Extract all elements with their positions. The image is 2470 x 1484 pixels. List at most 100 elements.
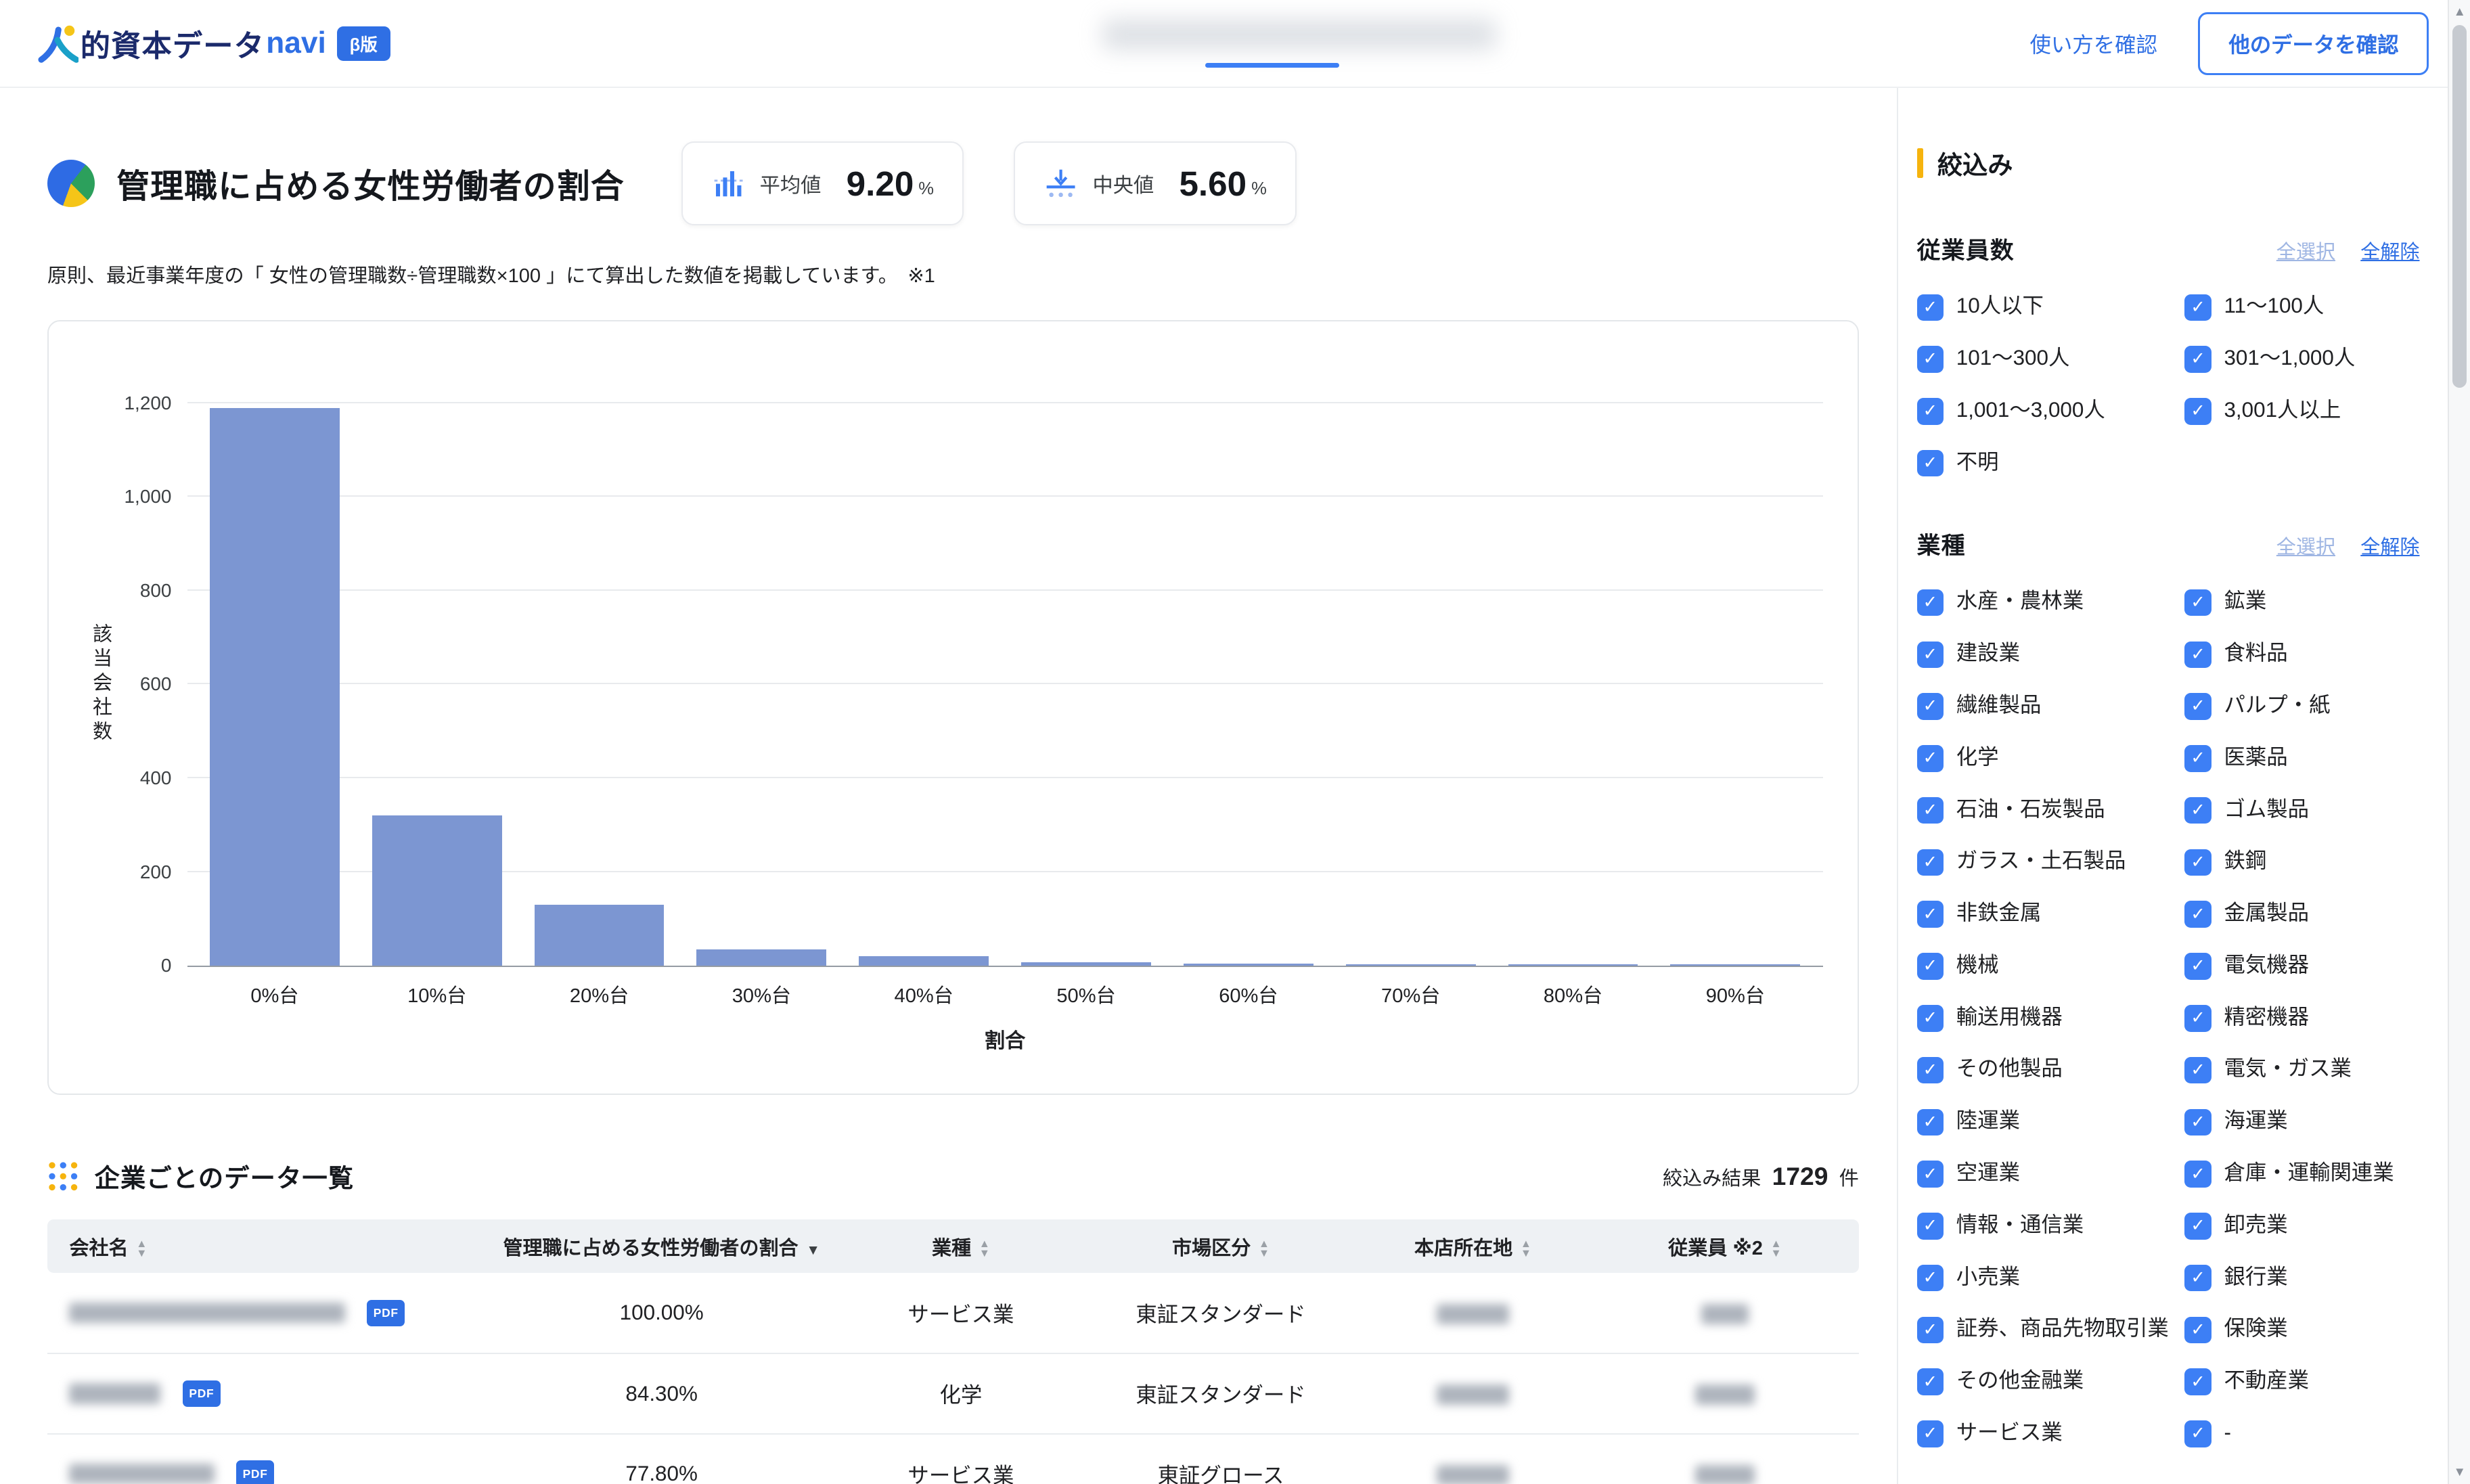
sort-icon[interactable]: ▲▼ — [1259, 1240, 1270, 1259]
scrollbar-thumb[interactable] — [2452, 25, 2467, 387]
checkbox-checked-icon[interactable]: ✓ — [2184, 1317, 2211, 1344]
filter-option[interactable]: ✓証券、商品先物取引業 — [1917, 1315, 2172, 1343]
checkbox-checked-icon[interactable]: ✓ — [2184, 953, 2211, 980]
checkbox-checked-icon[interactable]: ✓ — [2184, 1109, 2211, 1136]
filter-option[interactable]: ✓非鉄金属 — [1917, 899, 2172, 928]
filter-option[interactable]: ✓医薬品 — [2184, 744, 2419, 772]
select-all-link[interactable]: 全選択 — [2276, 236, 2335, 265]
page-scrollbar[interactable]: ▲ ▼ — [2448, 0, 2470, 1484]
checkbox-checked-icon[interactable]: ✓ — [1917, 797, 1944, 824]
column-header[interactable]: 市場区分▲▼ — [1087, 1219, 1355, 1273]
filter-option[interactable]: ✓倉庫・運輸関連業 — [2184, 1159, 2419, 1188]
column-header[interactable]: 業種▲▼ — [835, 1219, 1087, 1273]
checkbox-checked-icon[interactable]: ✓ — [2184, 1005, 2211, 1032]
filter-option[interactable]: ✓輸送用機器 — [1917, 1004, 2172, 1032]
filter-option[interactable]: ✓石油・石炭製品 — [1917, 796, 2172, 824]
filter-option[interactable]: ✓海運業 — [2184, 1107, 2419, 1136]
checkbox-checked-icon[interactable]: ✓ — [1917, 346, 1944, 373]
filter-option[interactable]: ✓3,001人以上 — [2184, 397, 2419, 425]
table-row[interactable]: PDF100.00%サービス業東証スタンダード — [47, 1273, 1859, 1353]
filter-option[interactable]: ✓101〜300人 — [1917, 344, 2172, 373]
table-row[interactable]: PDF77.80%サービス業東証グロース — [47, 1434, 1859, 1484]
filter-option[interactable]: ✓水産・農林業 — [1917, 587, 2172, 616]
filter-option[interactable]: ✓空運業 — [1917, 1159, 2172, 1188]
checkbox-checked-icon[interactable]: ✓ — [2184, 398, 2211, 425]
filter-option[interactable]: ✓建設業 — [1917, 639, 2172, 668]
filter-option[interactable]: ✓ガラス・土石製品 — [1917, 847, 2172, 876]
checkbox-checked-icon[interactable]: ✓ — [1917, 642, 1944, 669]
filter-option[interactable]: ✓金属製品 — [2184, 899, 2419, 928]
pdf-icon[interactable]: PDF — [183, 1380, 221, 1408]
checkbox-checked-icon[interactable]: ✓ — [2184, 797, 2211, 824]
scrollbar-down-arrow[interactable]: ▼ — [2453, 1460, 2465, 1484]
column-header[interactable]: 従業員 ※2▲▼ — [1591, 1219, 1859, 1273]
table-row[interactable]: PDF84.30%化学東証スタンダード — [47, 1353, 1859, 1434]
column-header[interactable]: 会社名▲▼ — [47, 1219, 489, 1273]
checkbox-checked-icon[interactable]: ✓ — [2184, 1368, 2211, 1395]
filter-option[interactable]: ✓保険業 — [2184, 1315, 2419, 1343]
checkbox-checked-icon[interactable]: ✓ — [1917, 1109, 1944, 1136]
checkbox-checked-icon[interactable]: ✓ — [1917, 1368, 1944, 1395]
filter-option[interactable]: ✓301〜1,000人 — [2184, 344, 2419, 373]
filter-option[interactable]: ✓1,001〜3,000人 — [1917, 397, 2172, 425]
filter-option[interactable]: ✓不明 — [1917, 449, 2172, 477]
checkbox-checked-icon[interactable]: ✓ — [2184, 849, 2211, 876]
filter-option[interactable]: ✓銀行業 — [2184, 1263, 2419, 1292]
filter-option[interactable]: ✓その他製品 — [1917, 1055, 2172, 1083]
sort-icon[interactable]: ▲▼ — [136, 1240, 147, 1259]
scrollbar-up-arrow[interactable]: ▲ — [2453, 0, 2465, 24]
pdf-icon[interactable]: PDF — [367, 1300, 405, 1327]
sort-icon[interactable]: ▲▼ — [1771, 1240, 1782, 1259]
filter-option[interactable]: ✓不動産業 — [2184, 1367, 2419, 1395]
checkbox-checked-icon[interactable]: ✓ — [1917, 953, 1944, 980]
filter-option[interactable]: ✓陸運業 — [1917, 1107, 2172, 1136]
checkbox-checked-icon[interactable]: ✓ — [1917, 1161, 1944, 1188]
filter-option[interactable]: ✓その他金融業 — [1917, 1367, 2172, 1395]
checkbox-checked-icon[interactable]: ✓ — [1917, 1420, 1944, 1447]
filter-option[interactable]: ✓小売業 — [1917, 1263, 2172, 1292]
pdf-icon[interactable]: PDF — [236, 1460, 274, 1483]
other-data-button[interactable]: 他のデータを確認 — [2198, 12, 2429, 75]
select-all-link[interactable]: 全選択 — [2276, 531, 2335, 560]
checkbox-checked-icon[interactable]: ✓ — [1917, 450, 1944, 477]
sort-desc-icon[interactable]: ▼ — [806, 1242, 820, 1258]
filter-option[interactable]: ✓10人以下 — [1917, 292, 2172, 321]
filter-option[interactable]: ✓鉄鋼 — [2184, 847, 2419, 876]
checkbox-checked-icon[interactable]: ✓ — [2184, 1213, 2211, 1240]
checkbox-checked-icon[interactable]: ✓ — [1917, 901, 1944, 928]
filter-option[interactable]: ✓11〜100人 — [2184, 292, 2419, 321]
checkbox-checked-icon[interactable]: ✓ — [1917, 1057, 1944, 1084]
sort-icon[interactable]: ▲▼ — [1521, 1240, 1531, 1259]
filter-option[interactable]: ✓化学 — [1917, 744, 2172, 772]
checkbox-checked-icon[interactable]: ✓ — [1917, 589, 1944, 616]
checkbox-checked-icon[interactable]: ✓ — [1917, 294, 1944, 321]
checkbox-checked-icon[interactable]: ✓ — [2184, 745, 2211, 772]
filter-option[interactable]: ✓卸売業 — [2184, 1211, 2419, 1240]
checkbox-checked-icon[interactable]: ✓ — [1917, 1317, 1944, 1344]
checkbox-checked-icon[interactable]: ✓ — [2184, 1057, 2211, 1084]
filter-option[interactable]: ✓精密機器 — [2184, 1004, 2419, 1032]
column-header[interactable]: 本店所在地▲▼ — [1355, 1219, 1591, 1273]
filter-option[interactable]: ✓機械 — [1917, 951, 2172, 980]
filter-option[interactable]: ✓ゴム製品 — [2184, 796, 2419, 824]
filter-option[interactable]: ✓繊維製品 — [1917, 692, 2172, 720]
column-header[interactable]: 管理職に占める女性労働者の割合▼ — [489, 1219, 835, 1273]
checkbox-checked-icon[interactable]: ✓ — [2184, 642, 2211, 669]
clear-all-link[interactable]: 全解除 — [2360, 531, 2419, 560]
checkbox-checked-icon[interactable]: ✓ — [1917, 745, 1944, 772]
checkbox-checked-icon[interactable]: ✓ — [1917, 1213, 1944, 1240]
checkbox-checked-icon[interactable]: ✓ — [2184, 1265, 2211, 1292]
checkbox-checked-icon[interactable]: ✓ — [1917, 1265, 1944, 1292]
filter-option[interactable]: ✓電気機器 — [2184, 951, 2419, 980]
checkbox-checked-icon[interactable]: ✓ — [1917, 1005, 1944, 1032]
checkbox-checked-icon[interactable]: ✓ — [2184, 693, 2211, 720]
filter-option[interactable]: ✓情報・通信業 — [1917, 1211, 2172, 1240]
checkbox-checked-icon[interactable]: ✓ — [2184, 589, 2211, 616]
filter-option[interactable]: ✓サービス業 — [1917, 1419, 2172, 1447]
clear-all-link[interactable]: 全解除 — [2360, 236, 2419, 265]
filter-option[interactable]: ✓鉱業 — [2184, 587, 2419, 616]
checkbox-checked-icon[interactable]: ✓ — [2184, 1161, 2211, 1188]
checkbox-checked-icon[interactable]: ✓ — [2184, 346, 2211, 373]
checkbox-checked-icon[interactable]: ✓ — [2184, 294, 2211, 321]
checkbox-checked-icon[interactable]: ✓ — [2184, 1420, 2211, 1447]
